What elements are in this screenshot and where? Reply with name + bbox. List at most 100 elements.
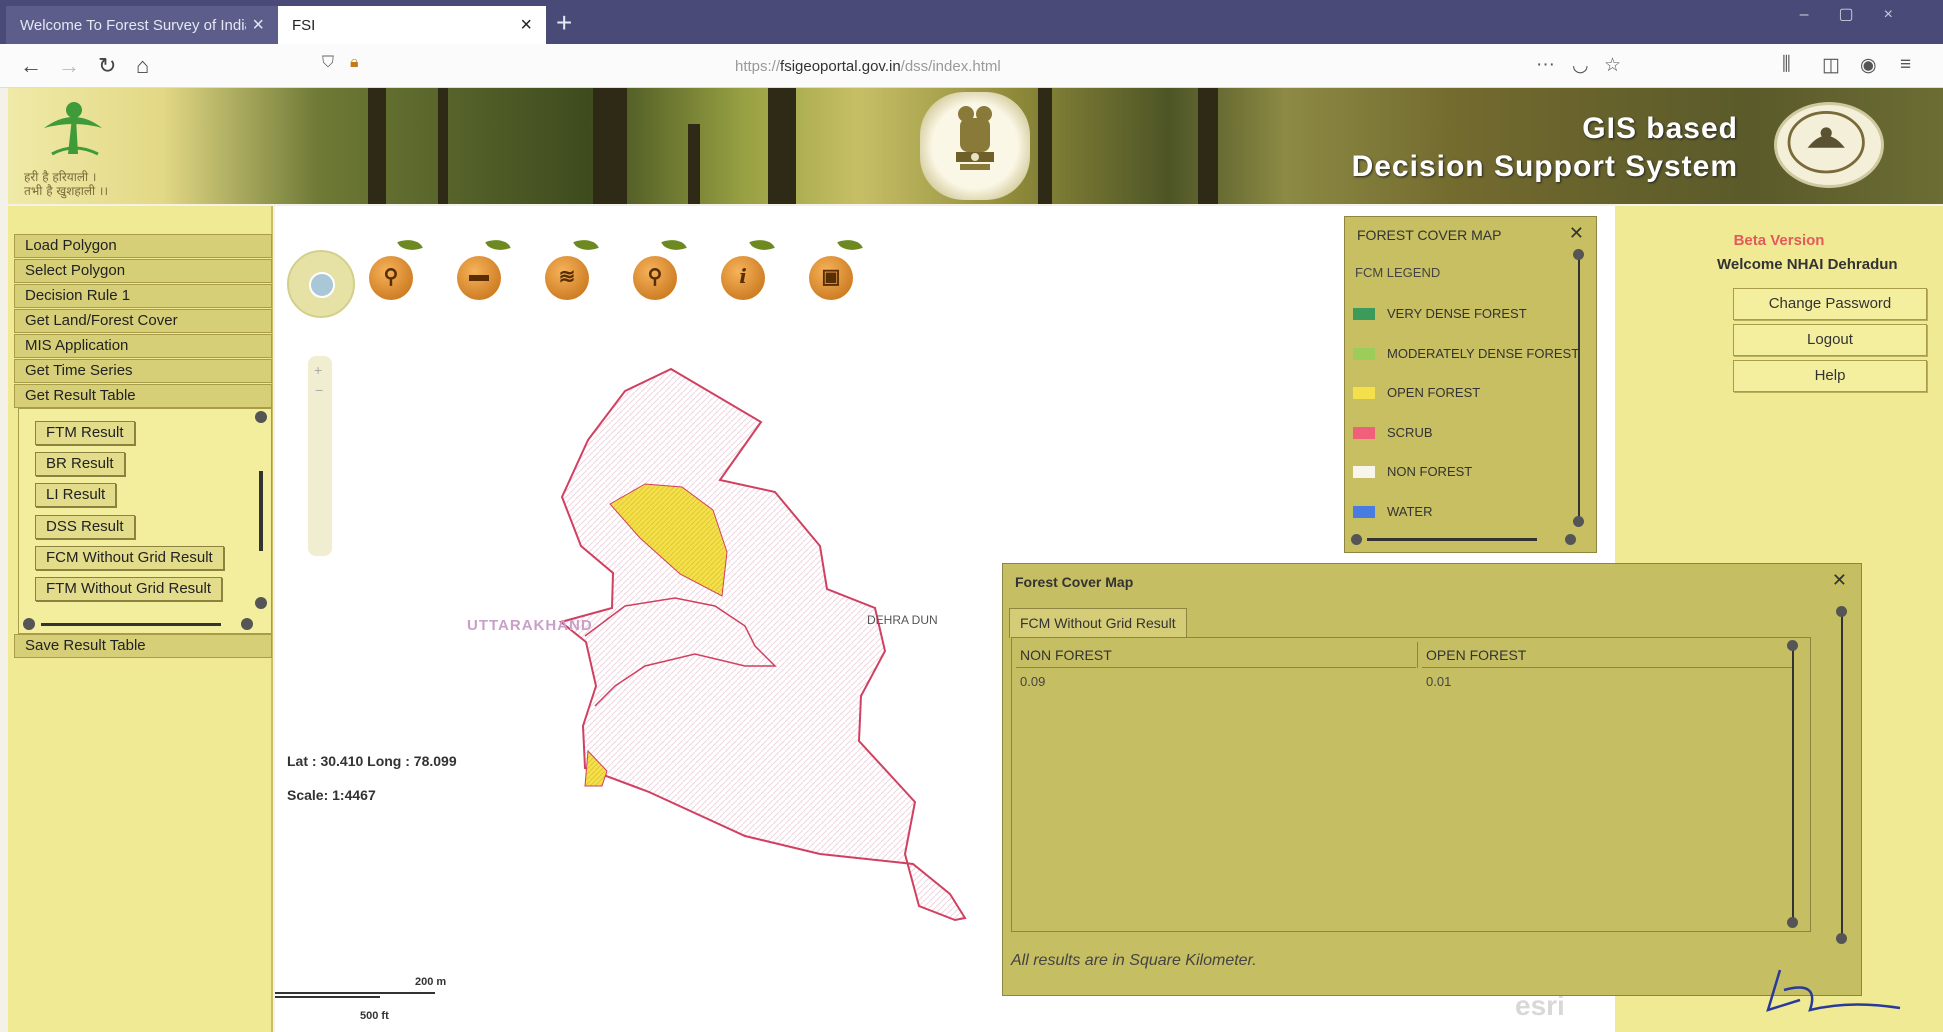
hamburger-menu-icon[interactable]: ≡ [1900, 54, 1911, 76]
legend-subtitle: FCM LEGEND [1355, 265, 1441, 280]
scroll-thumb[interactable] [259, 471, 263, 551]
scroll-down-icon[interactable] [1573, 516, 1584, 527]
polygon-boundary[interactable] [558, 367, 967, 922]
info-tool[interactable]: i [717, 234, 781, 300]
get-result-table-menu-item[interactable]: Get Result Table [14, 384, 272, 408]
dialog-close-icon[interactable]: ✕ [1832, 570, 1847, 591]
li-result-button[interactable]: LI Result [35, 483, 117, 507]
save-result-table-menu-item[interactable]: Save Result Table [14, 634, 272, 658]
tab-close-icon[interactable]: × [520, 14, 532, 37]
new-tab-button[interactable]: + [556, 6, 572, 40]
scale-bar-line [275, 992, 435, 994]
bookmark-tool[interactable]: ▬ [453, 234, 517, 300]
tab-close-icon[interactable]: × [252, 14, 264, 37]
maximize-icon[interactable]: ▢ [1839, 6, 1884, 23]
url-bar[interactable]: https://fsigeoportal.gov.in/dss/index.ht… [330, 54, 1530, 80]
mis-application-menu-item[interactable]: MIS Application [14, 334, 272, 358]
tab-fcm-without-grid-result[interactable]: FCM Without Grid Result [1009, 608, 1187, 638]
br-result-button[interactable]: BR Result [35, 452, 125, 476]
help-button[interactable]: Help [1733, 360, 1927, 392]
state-label: UTTARAKHAND [467, 617, 593, 634]
logout-button[interactable]: Logout [1733, 324, 1927, 356]
scroll-thumb[interactable] [1367, 538, 1537, 541]
legend-close-icon[interactable]: ✕ [1569, 223, 1584, 244]
fcm-without-grid-result-button[interactable]: FCM Without Grid Result [35, 546, 224, 570]
legend-vertical-scrollbar[interactable] [1573, 249, 1588, 527]
select-polygon-menu-item[interactable]: Select Polygon [14, 259, 272, 283]
scroll-up-icon[interactable] [1836, 606, 1847, 617]
print-tool[interactable]: ▣ [805, 234, 869, 300]
result-list-vertical-scrollbar[interactable] [255, 411, 267, 609]
tab-fsi[interactable]: FSI × [278, 6, 546, 44]
seal-emblem-icon [1787, 111, 1865, 174]
url-text[interactable]: https://fsigeoportal.gov.in/dss/index.ht… [735, 54, 1001, 80]
window-close-icon[interactable]: × [1884, 6, 1923, 23]
legend-item: OPEN FOREST [1353, 384, 1583, 404]
ftm-without-grid-result-button[interactable]: FTM Without Grid Result [35, 577, 223, 601]
scroll-right-icon[interactable] [241, 618, 253, 630]
library-icon[interactable]: ⫼ [1782, 54, 1791, 76]
browser-tab-bar: Welcome To Forest Survey of India × FSI … [0, 0, 1943, 44]
pocket-icon[interactable]: ◡ [1572, 54, 1589, 77]
scroll-down-icon[interactable] [255, 597, 267, 609]
sidebar-icon[interactable]: ◫ [1822, 54, 1840, 77]
get-time-series-menu-item[interactable]: Get Time Series [14, 359, 272, 383]
ftm-result-button[interactable]: FTM Result [35, 421, 135, 445]
scroll-left-icon[interactable] [1351, 534, 1362, 545]
scroll-down-icon[interactable] [1787, 917, 1798, 928]
fsi-seal-icon [1774, 102, 1884, 188]
leaf-icon [837, 234, 863, 256]
account-icon[interactable]: ◉ [1860, 54, 1877, 77]
column-header[interactable]: NON FOREST [1016, 642, 1416, 668]
site-banner: हरी है हरियाली । तभी है खुशहाली ।। GIS b… [8, 88, 1943, 204]
minimize-icon[interactable]: – [1800, 6, 1839, 23]
scroll-thumb[interactable] [41, 623, 221, 626]
load-polygon-menu-item[interactable]: Load Polygon [14, 234, 272, 258]
pin-icon: ⚲ [383, 266, 399, 288]
scale-bar-meters: 200 m [415, 976, 447, 988]
locate-tool[interactable]: ⚲ [365, 234, 429, 300]
change-password-button[interactable]: Change Password [1733, 288, 1927, 320]
decision-rule-menu-item[interactable]: Decision Rule 1 [14, 284, 272, 308]
search-tool[interactable]: ⚲ [629, 234, 693, 300]
globe-icon[interactable] [309, 272, 335, 298]
scroll-up-icon[interactable] [1787, 640, 1798, 651]
beta-version-label: Beta Version [1733, 232, 1825, 249]
table-vertical-scrollbar[interactable] [1787, 640, 1802, 928]
tab-welcome-fsi[interactable]: Welcome To Forest Survey of India × [6, 6, 278, 44]
window-controls[interactable]: –▢× [1800, 4, 1923, 24]
result-list-horizontal-scrollbar[interactable] [23, 617, 253, 631]
home-icon[interactable]: ⌂ [136, 53, 149, 79]
legend-item: NON FOREST [1353, 463, 1583, 483]
zoom-out-icon[interactable]: − [315, 382, 323, 398]
scroll-right-icon[interactable] [1565, 534, 1576, 545]
dialog-vertical-scrollbar[interactable] [1836, 606, 1851, 944]
fsi-tree-logo-icon [44, 102, 102, 156]
banner-tree [368, 88, 386, 204]
dss-result-button[interactable]: DSS Result [35, 515, 135, 539]
scale-bar: 200 m 500 ft [275, 966, 475, 1026]
scroll-left-icon[interactable] [23, 618, 35, 630]
zoom-slider[interactable]: + − [308, 356, 332, 556]
scale-bar-feet: 500 ft [360, 1010, 389, 1022]
legend-swatch [1353, 347, 1375, 360]
bookmark-star-icon[interactable]: ☆ [1604, 54, 1621, 77]
page-actions-menu-icon[interactable]: ··· [1536, 54, 1555, 76]
scale-bar-line [275, 996, 380, 998]
pan-control[interactable] [287, 250, 355, 318]
forward-arrow-icon[interactable]: → [58, 53, 80, 79]
zoom-in-icon[interactable]: + [314, 362, 322, 378]
layers-tool[interactable]: ≋ [541, 234, 605, 300]
scale-readout: Scale: 1:4467 [287, 787, 376, 803]
legend-horizontal-scrollbar[interactable] [1351, 534, 1581, 546]
column-divider[interactable] [1417, 642, 1418, 668]
leaf-icon [573, 234, 599, 256]
scroll-up-icon[interactable] [1573, 249, 1584, 260]
get-land-forest-cover-menu-item[interactable]: Get Land/Forest Cover [14, 309, 272, 333]
scroll-down-icon[interactable] [1836, 933, 1847, 944]
back-arrow-icon[interactable]: ← [20, 53, 42, 79]
reload-icon[interactable]: ↻ [98, 53, 116, 79]
column-header[interactable]: OPEN FOREST [1422, 642, 1792, 668]
legend-item: WATER [1353, 503, 1583, 523]
scroll-up-icon[interactable] [255, 411, 267, 423]
